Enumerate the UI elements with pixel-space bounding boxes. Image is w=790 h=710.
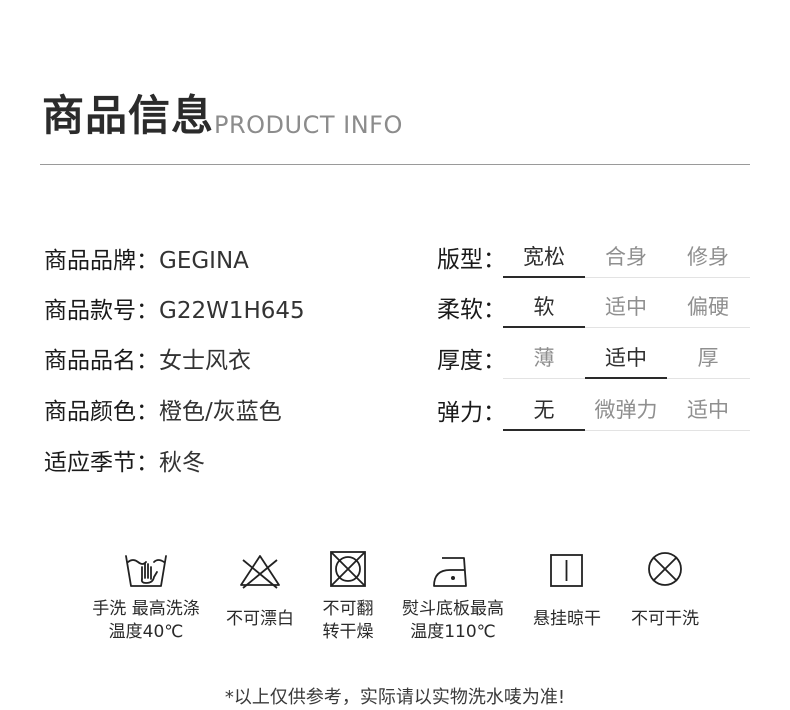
care-hand-wash: 手洗 最高洗涤 温度40℃ (81, 548, 211, 644)
attr-option: 薄 (533, 346, 555, 370)
attr-label: 柔软： (437, 297, 506, 323)
attr-option: 适中 (585, 341, 667, 379)
care-iron: 熨斗底板最高 温度110℃ (388, 548, 518, 644)
hand-wash-icon (125, 555, 167, 587)
info-label: 适应季节： (44, 450, 159, 476)
info-value: 橙色/灰蓝色 (159, 399, 282, 425)
info-value: GEGINA (159, 248, 249, 274)
line-dry-icon (550, 554, 583, 587)
info-value: 女士风衣 (159, 348, 251, 374)
disclaimer-note: *以上仅供参考，实际请以实物洗水唛为准! (224, 687, 566, 708)
attr-label: 版型： (437, 247, 506, 273)
attr-label: 厚度： (437, 348, 506, 374)
attr-option: 厚 (697, 346, 719, 370)
info-row-brand: 商品品牌：GEGINA (44, 244, 249, 278)
info-label: 商品颜色： (44, 399, 159, 425)
info-row-product-name: 商品品名：女士风衣 (44, 344, 251, 378)
attr-option: 修身 (687, 245, 729, 269)
attr-fit: 版型： 宽松 合身 修身 (437, 240, 750, 280)
info-row-color: 商品颜色：橙色/灰蓝色 (44, 395, 282, 429)
attr-thickness: 厚度： 薄 适中 厚 (437, 341, 750, 381)
header-divider (40, 164, 750, 165)
iron-icon (433, 557, 467, 587)
attr-option: 合身 (605, 245, 647, 269)
attr-option: 宽松 (503, 240, 585, 278)
title-chinese: 商品信息 (42, 91, 215, 140)
attr-option: 适中 (687, 398, 729, 422)
attr-option: 软 (503, 290, 585, 328)
attr-softness: 柔软： 软 适中 偏硬 (437, 290, 750, 330)
info-label: 商品款号： (44, 298, 159, 324)
no-tumble-dry-icon (330, 551, 366, 587)
info-row-season: 适应季节：秋冬 (44, 446, 205, 480)
care-label: 不可干洗 (631, 609, 699, 629)
title-english: PRODUCT INFO (214, 111, 403, 139)
info-label: 商品品牌： (44, 248, 159, 274)
attr-option: 无 (503, 393, 585, 431)
info-label: 商品品名： (44, 348, 159, 374)
attr-option: 适中 (605, 295, 647, 319)
care-label: 熨斗底板最高 温度110℃ (402, 599, 504, 642)
no-bleach-icon (240, 555, 280, 589)
attr-elasticity: 弹力： 无 微弹力 适中 (437, 393, 750, 433)
info-value: 秋冬 (159, 450, 205, 476)
attr-option: 微弹力 (594, 398, 658, 422)
info-row-style-number: 商品款号：G22W1H645 (44, 294, 305, 328)
care-no-dry-clean: 不可干洗 (600, 548, 730, 631)
attr-option: 偏硬 (687, 295, 729, 319)
info-value: G22W1H645 (159, 298, 305, 324)
care-label: 手洗 最高洗涤 温度40℃ (92, 599, 200, 642)
attr-label: 弹力： (437, 400, 506, 426)
no-dry-clean-icon (648, 552, 682, 586)
